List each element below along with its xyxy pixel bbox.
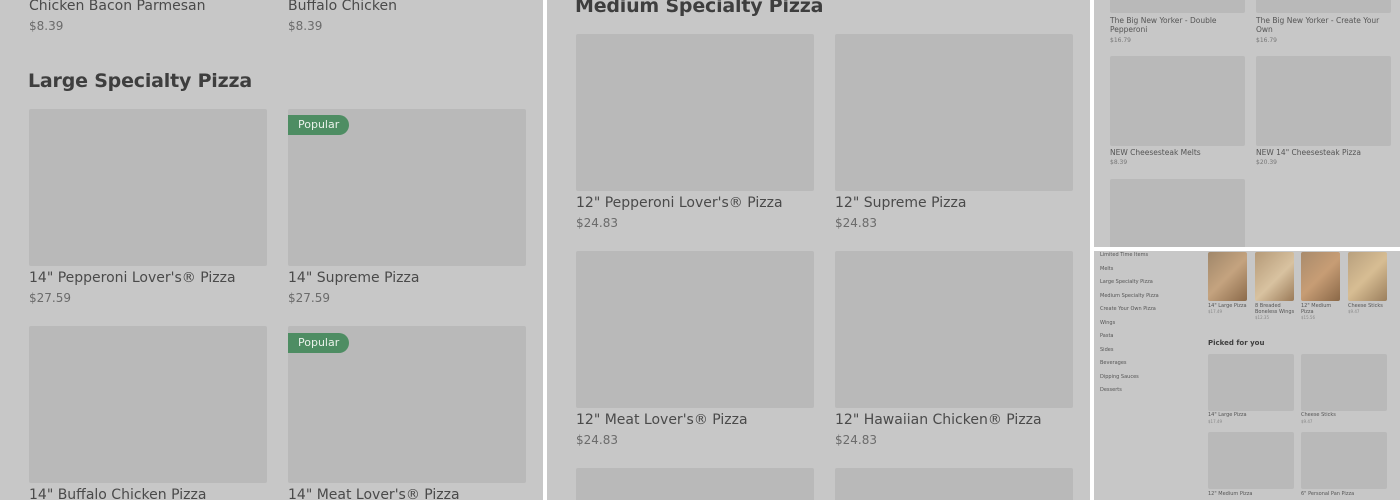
- item-price: $9.47: [1348, 309, 1360, 314]
- item-price: $16.79: [1256, 37, 1277, 44]
- screenshot-collage: Chicken Bacon Parmesan $8.39 Buffalo Chi…: [0, 0, 1400, 500]
- item-price: $24.83: [835, 216, 877, 230]
- item-name[interactable]: 14" Pepperoni Lover's® Pizza: [29, 270, 236, 286]
- item-name[interactable]: Chicken Bacon Parmesan: [29, 0, 205, 14]
- sidebar-item[interactable]: Sides: [1100, 347, 1113, 353]
- sidebar-item[interactable]: Desserts: [1100, 387, 1122, 393]
- item-name[interactable]: 12" Meat Lover's® Pizza: [576, 412, 748, 428]
- item-image[interactable]: [576, 34, 814, 191]
- wings-photo[interactable]: [1255, 252, 1294, 301]
- item-price: $27.59: [288, 291, 330, 305]
- item-name[interactable]: NEW 14" Cheesesteak Pizza: [1256, 148, 1361, 157]
- menu-panel-large-specialty: Chicken Bacon Parmesan $8.39 Buffalo Chi…: [0, 0, 543, 500]
- cheese-sticks-photo[interactable]: [1348, 252, 1387, 301]
- item-image[interactable]: [1301, 354, 1387, 411]
- item-name[interactable]: Buffalo Chicken: [288, 0, 397, 14]
- section-title: Medium Specialty Pizza: [575, 0, 824, 17]
- pizza-photo[interactable]: [1208, 252, 1247, 301]
- item-price: $9.47: [1301, 419, 1313, 424]
- item-image[interactable]: [1110, 0, 1245, 13]
- item-price: $8.39: [1110, 159, 1128, 166]
- menu-panel-overview: Limited Time Items Melts Large Specialty…: [1094, 251, 1400, 500]
- item-name[interactable]: The Big New Yorker - Create Your Own: [1256, 16, 1391, 34]
- item-price: $24.83: [576, 216, 618, 230]
- sidebar-item[interactable]: Wings: [1100, 320, 1115, 326]
- item-image[interactable]: [576, 251, 814, 408]
- item-price: $24.83: [576, 433, 618, 447]
- item-name[interactable]: 14" Supreme Pizza: [288, 270, 419, 286]
- sidebar-item[interactable]: Dipping Sauces: [1100, 374, 1139, 380]
- item-name[interactable]: 14" Buffalo Chicken Pizza: [29, 487, 206, 500]
- item-image[interactable]: [1256, 0, 1391, 13]
- item-image[interactable]: [1110, 56, 1245, 146]
- sidebar-item[interactable]: Melts: [1100, 266, 1113, 272]
- sidebar-item[interactable]: Pasta: [1100, 333, 1113, 339]
- menu-panel-medium-specialty: Medium Specialty Pizza 12" Pepperoni Lov…: [547, 0, 1090, 500]
- picked-for-you-title: Picked for you: [1208, 339, 1265, 347]
- item-price: $27.59: [29, 291, 71, 305]
- item-price: $8.39: [288, 19, 323, 33]
- popular-badge: Popular: [288, 333, 350, 353]
- item-price: $8.39: [29, 19, 64, 33]
- item-name[interactable]: 12" Pepperoni Lover's® Pizza: [576, 195, 783, 211]
- item-price: $17.49: [1208, 309, 1222, 314]
- item-name[interactable]: 6" Personal Pan Pizza: [1301, 491, 1354, 497]
- sidebar-item[interactable]: Medium Specialty Pizza: [1100, 293, 1159, 299]
- item-name[interactable]: The Big New Yorker - Double Pepperoni: [1110, 16, 1240, 34]
- item-image[interactable]: [835, 251, 1073, 408]
- item-image[interactable]: [1301, 432, 1387, 489]
- sidebar-item[interactable]: Beverages: [1100, 360, 1127, 366]
- item-name[interactable]: 12" Hawaiian Chicken® Pizza: [835, 412, 1042, 428]
- item-name[interactable]: Cheese Sticks: [1301, 412, 1336, 418]
- item-price: $24.83: [835, 433, 877, 447]
- popular-badge: Popular: [288, 115, 350, 135]
- item-image[interactable]: [29, 109, 267, 266]
- sidebar-item[interactable]: Large Specialty Pizza: [1100, 279, 1153, 285]
- item-image[interactable]: [29, 326, 267, 483]
- item-image[interactable]: [835, 34, 1073, 191]
- menu-panel-new-items: The Big New Yorker - Double Pepperoni $1…: [1094, 0, 1400, 247]
- item-name[interactable]: 12" Supreme Pizza: [835, 195, 966, 211]
- item-name[interactable]: NEW Cheesesteak Melts: [1110, 148, 1201, 157]
- item-image[interactable]: [1208, 432, 1294, 489]
- item-price: $15.56: [1301, 315, 1315, 320]
- item-name[interactable]: 14" Meat Lover's® Pizza: [288, 487, 460, 500]
- item-name[interactable]: 14" Large Pizza: [1208, 412, 1247, 418]
- item-price: $16.79: [1110, 37, 1131, 44]
- item-name[interactable]: 12" Medium Pizza: [1301, 303, 1341, 315]
- pizza-photo[interactable]: [1301, 252, 1340, 301]
- item-price: $12.35: [1255, 315, 1269, 320]
- item-name[interactable]: 8 Breaded Boneless Wings: [1255, 303, 1295, 315]
- item-price: $17.49: [1208, 419, 1222, 424]
- item-image[interactable]: [835, 468, 1073, 500]
- item-image[interactable]: [1110, 179, 1245, 247]
- item-image[interactable]: [1208, 354, 1294, 411]
- section-title: Large Specialty Pizza: [28, 70, 252, 92]
- sidebar-item[interactable]: Limited Time Items: [1100, 252, 1148, 258]
- item-name[interactable]: 12" Medium Pizza: [1208, 491, 1252, 497]
- item-image[interactable]: [1256, 56, 1391, 146]
- sidebar-item[interactable]: Create Your Own Pizza: [1100, 306, 1156, 312]
- item-price: $20.39: [1256, 159, 1277, 166]
- item-image[interactable]: [576, 468, 814, 500]
